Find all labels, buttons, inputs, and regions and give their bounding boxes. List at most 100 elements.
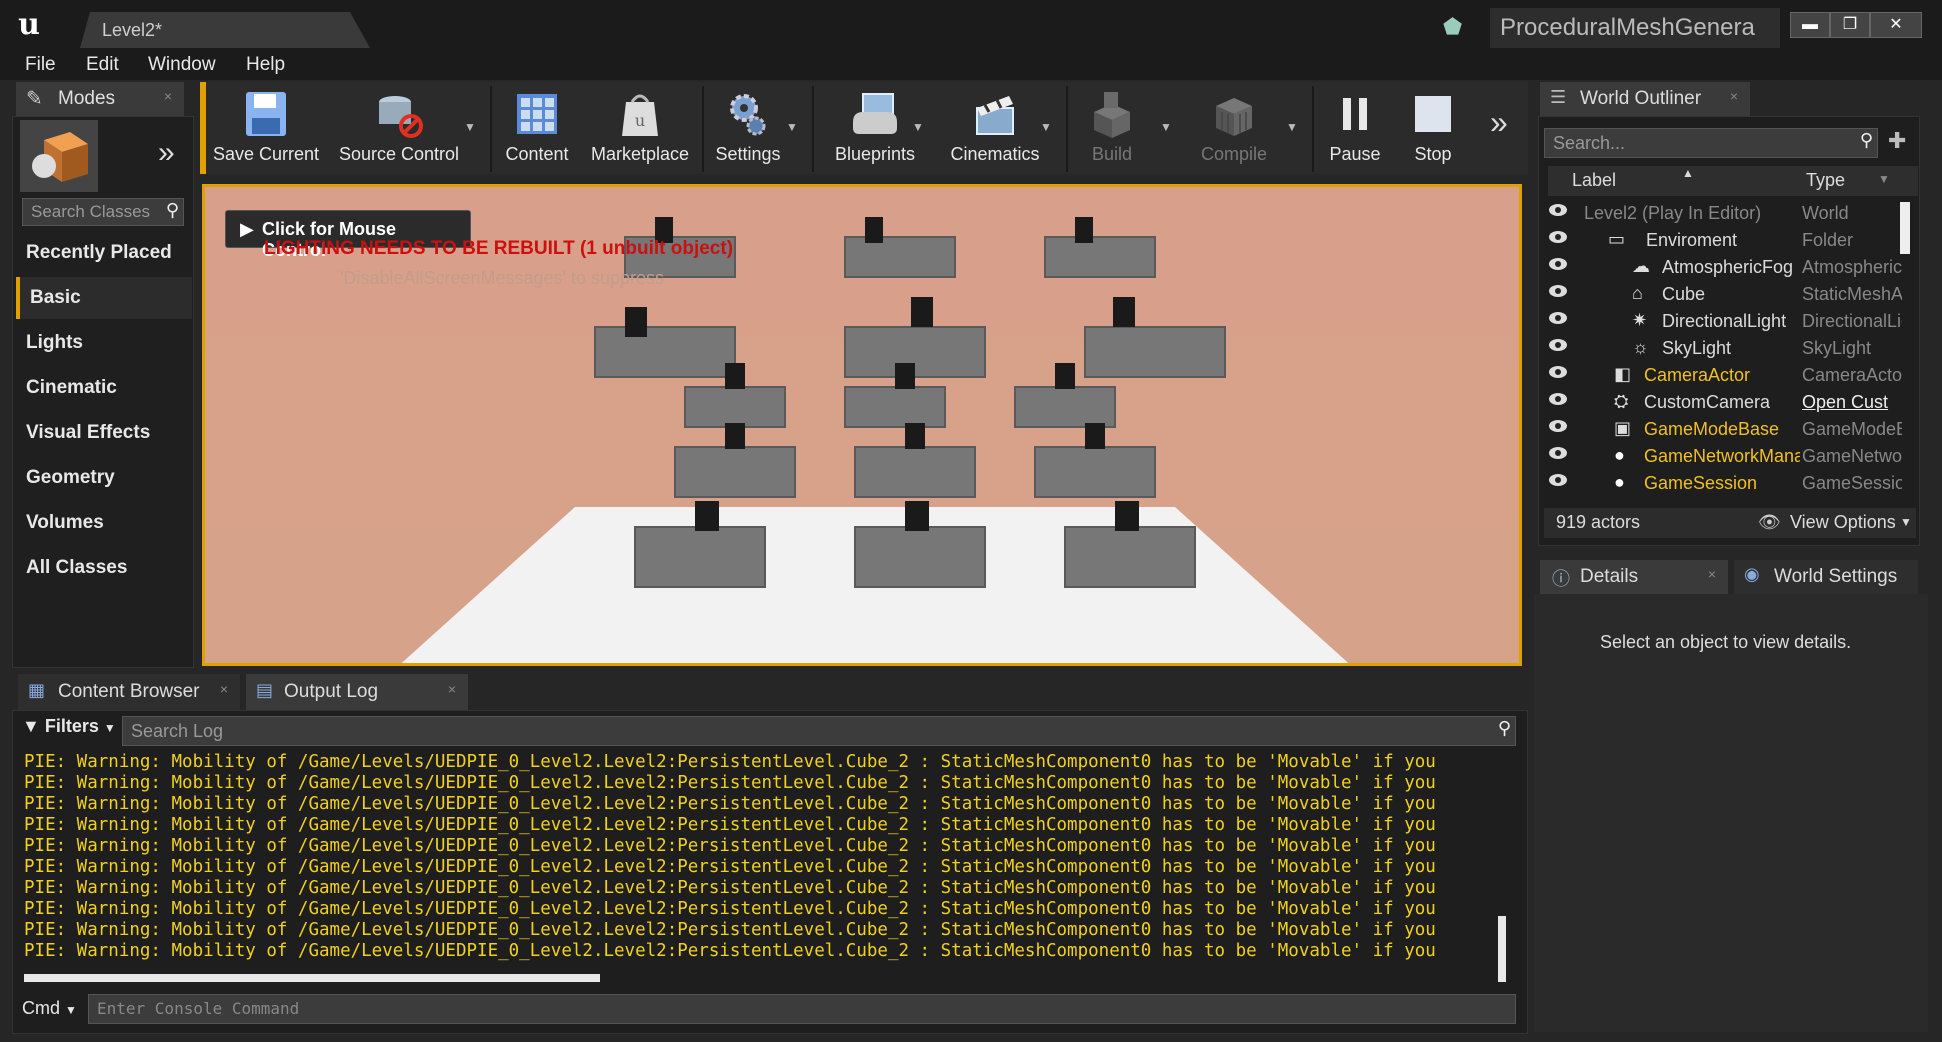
modes-tab-close-icon[interactable]: ×: [164, 88, 172, 104]
outliner-row[interactable]: ✷ DirectionalLight DirectionalLight: [1544, 309, 1904, 336]
restore-button[interactable]: ❐: [1830, 12, 1870, 38]
output-log-close-icon[interactable]: ×: [448, 681, 456, 697]
compile-label: Compile: [1200, 144, 1268, 164]
mode-category-basic[interactable]: Basic: [16, 277, 192, 319]
column-options-icon[interactable]: ▼: [1878, 172, 1890, 186]
eye-icon[interactable]: [1548, 311, 1568, 325]
outliner-row[interactable]: ◧ CameraActor CameraActor: [1544, 363, 1904, 390]
sphere-icon: ●: [1614, 472, 1625, 492]
cinematics-button[interactable]: Cinematics: [940, 86, 1050, 174]
details-close-icon[interactable]: ×: [1708, 566, 1716, 582]
eye-icon[interactable]: [1548, 365, 1568, 379]
source-control-button[interactable]: Source Control: [334, 86, 464, 174]
toolbar-separator: [1312, 86, 1314, 172]
chevron-down-icon[interactable]: ▼: [1900, 515, 1912, 529]
settings-button[interactable]: Settings: [710, 86, 786, 174]
mode-category-volumes[interactable]: Volumes: [16, 502, 192, 544]
eye-icon[interactable]: [1548, 392, 1568, 406]
mode-category-all-classes[interactable]: All Classes: [16, 547, 192, 589]
menu-file[interactable]: File: [25, 54, 56, 76]
outliner-row-type: AtmosphericFog: [1802, 257, 1902, 277]
column-type[interactable]: Type: [1806, 170, 1845, 191]
minimize-button[interactable]: ▬: [1790, 12, 1830, 38]
search-classes-input[interactable]: Search Classes ⚲: [22, 198, 184, 226]
compile-dropdown-icon[interactable]: ▼: [1286, 120, 1298, 134]
menu-edit[interactable]: Edit: [86, 54, 119, 76]
outliner-row[interactable]: ▭ Enviroment Folder: [1544, 228, 1904, 255]
log-line: PIE: Warning: Mobility of /Game/Levels/U…: [24, 878, 1436, 898]
source-control-dropdown-icon[interactable]: ▼: [464, 120, 476, 134]
outliner-row[interactable]: ▣ GameModeBase GameModeBase: [1544, 417, 1904, 444]
mode-category-cinematic[interactable]: Cinematic: [16, 367, 192, 409]
content-browser-close-icon[interactable]: ×: [220, 681, 228, 697]
outliner-search-input[interactable]: Search... ⚲: [1544, 128, 1878, 158]
add-actor-icon[interactable]: ✚: [1888, 128, 1906, 154]
settings-label: Settings: [715, 144, 781, 164]
outliner-row[interactable]: Level2 (Play In Editor) World: [1544, 201, 1904, 228]
world-settings-tab[interactable]: ◉ World Settings: [1734, 560, 1918, 594]
filters-button[interactable]: ▼ Filters ▼: [22, 716, 116, 737]
mode-category-visual-effects[interactable]: Visual Effects: [16, 412, 192, 454]
place-mode-icon[interactable]: [20, 120, 98, 192]
column-label[interactable]: Label: [1572, 170, 1616, 191]
view-options-button[interactable]: View Options: [1790, 512, 1896, 533]
outliner-row[interactable]: ● GameNetworkManager GameNetworkManager: [1544, 444, 1904, 471]
outliner-row-label: GameSession: [1644, 473, 1758, 493]
mode-category-geometry[interactable]: Geometry: [16, 457, 192, 499]
outliner-row-label: GameModeBase: [1644, 419, 1780, 439]
fog-icon: ☁: [1632, 256, 1650, 276]
outliner-row[interactable]: ☼ SkyLight SkyLight: [1544, 336, 1904, 363]
compile-icon: [1216, 98, 1252, 136]
save-current-label: Save Current: [212, 144, 320, 164]
outliner-row[interactable]: ⛭ CustomCamera Open Cust: [1544, 390, 1904, 417]
level-tab[interactable]: Level2*: [80, 12, 370, 48]
log-vertical-scrollbar[interactable]: [1498, 916, 1506, 982]
eye-icon[interactable]: [1548, 284, 1568, 298]
eye-icon[interactable]: [1548, 203, 1568, 217]
content-browser-tab-label: Content Browser: [58, 681, 200, 702]
stop-button[interactable]: Stop: [1398, 86, 1468, 174]
outliner-row-type: Folder: [1802, 230, 1854, 250]
menu-window[interactable]: Window: [148, 54, 216, 76]
content-browser-tab[interactable]: ▦ Content Browser ×: [18, 674, 240, 710]
eye-icon[interactable]: [1548, 257, 1568, 271]
content-button[interactable]: Content: [498, 86, 576, 174]
actor-count: 919 actors: [1556, 512, 1641, 532]
menu-help[interactable]: Help: [246, 54, 285, 76]
outliner-row[interactable]: ● GameSession GameSession: [1544, 471, 1904, 498]
mode-category-recently-placed[interactable]: Recently Placed: [16, 232, 192, 274]
details-tab[interactable]: ⓘ Details ×: [1540, 560, 1728, 594]
build-dropdown-icon[interactable]: ▼: [1160, 120, 1172, 134]
search-log-input[interactable]: Search Log ⚲: [122, 716, 1516, 746]
source-control-icon: [379, 96, 423, 138]
close-window-button[interactable]: ✕: [1870, 12, 1922, 38]
console-command-input[interactable]: Enter Console Command: [88, 994, 1516, 1024]
cmd-dropdown[interactable]: Cmd ▼: [22, 998, 77, 1019]
eye-icon[interactable]: [1548, 419, 1568, 433]
eye-icon[interactable]: [1548, 473, 1568, 487]
cinematics-dropdown-icon[interactable]: ▼: [1040, 120, 1052, 134]
blueprints-dropdown-icon[interactable]: ▼: [912, 120, 924, 134]
outliner-row[interactable]: ⌂ Cube StaticMeshActor: [1544, 282, 1904, 309]
pause-button[interactable]: Pause: [1320, 86, 1390, 174]
toolbar-more-icon[interactable]: »: [1490, 104, 1508, 141]
world-outliner-tab[interactable]: ☰ World Outliner ×: [1540, 82, 1750, 116]
modes-tab[interactable]: ✎ Modes ×: [16, 82, 184, 116]
marketplace-button[interactable]: u Marketplace: [584, 86, 696, 174]
settings-dropdown-icon[interactable]: ▼: [786, 120, 798, 134]
outliner-row[interactable]: ☁ AtmosphericFog AtmosphericFog: [1544, 255, 1904, 282]
compile-button[interactable]: Compile: [1184, 86, 1284, 174]
eye-icon[interactable]: [1548, 446, 1568, 460]
open-custom-link[interactable]: Open Cust: [1802, 392, 1902, 413]
expand-modes-icon[interactable]: »: [158, 136, 175, 170]
build-button[interactable]: Build: [1074, 86, 1150, 174]
world-outliner-close-icon[interactable]: ×: [1730, 88, 1738, 104]
mode-category-lights[interactable]: Lights: [16, 322, 192, 364]
eye-icon[interactable]: [1548, 338, 1568, 352]
outliner-row-label: CameraActor: [1644, 365, 1751, 385]
save-current-button[interactable]: Save Current: [208, 86, 324, 174]
eye-icon[interactable]: [1548, 230, 1568, 244]
svg-text:u: u: [635, 111, 645, 130]
log-horizontal-scrollbar[interactable]: [24, 974, 600, 982]
output-log-tab[interactable]: ▤ Output Log ×: [246, 674, 468, 710]
